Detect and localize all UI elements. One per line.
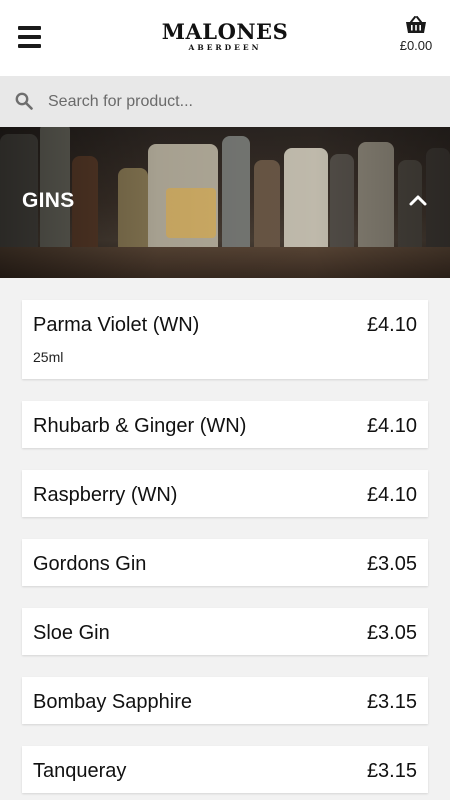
product-card-raspberry[interactable]: Raspberry (WN) £4.10 — [22, 470, 428, 517]
product-card-tanqueray[interactable]: Tanqueray £3.15 — [22, 746, 428, 793]
product-card-sloe-gin[interactable]: Sloe Gin £3.05 — [22, 608, 428, 655]
product-card-rhubarb-ginger[interactable]: Rhubarb & Ginger (WN) £4.10 — [22, 401, 428, 448]
product-list: Parma Violet (WN) £4.10 25ml Rhubarb & G… — [22, 300, 428, 800]
product-price: £4.10 — [366, 484, 417, 506]
logo-main-text: MALONES — [161, 19, 289, 44]
search-bar — [0, 76, 450, 127]
product-name: Raspberry (WN) — [33, 484, 178, 506]
product-price: £3.05 — [366, 553, 417, 575]
search-input[interactable] — [48, 88, 428, 116]
product-card-bombay-sapphire[interactable]: Bombay Sapphire £3.15 — [22, 677, 428, 724]
product-price: £3.15 — [366, 760, 417, 782]
app-header: MALONES ABERDEEN £0.00 — [0, 0, 450, 76]
product-name: Rhubarb & Ginger (WN) — [33, 415, 247, 437]
product-card-parma-violet[interactable]: Parma Violet (WN) £4.10 25ml — [22, 300, 428, 379]
logo-sub-text: ABERDEEN — [188, 43, 262, 52]
basket-total: £0.00 — [399, 38, 433, 53]
basket-button[interactable]: £0.00 — [396, 16, 436, 53]
product-size: 25ml — [33, 349, 64, 365]
search-icon — [15, 92, 33, 110]
product-name: Gordons Gin — [33, 553, 147, 575]
product-price: £3.05 — [366, 622, 417, 644]
product-name: Bombay Sapphire — [33, 691, 192, 713]
product-price: £3.15 — [366, 691, 417, 713]
hamburger-menu-icon[interactable] — [18, 26, 42, 48]
chevron-up-icon[interactable] — [408, 193, 428, 207]
brand-logo[interactable]: MALONES ABERDEEN — [160, 19, 290, 53]
product-name: Sloe Gin — [33, 622, 110, 644]
category-banner[interactable]: GINS — [0, 127, 450, 278]
product-name: Tanqueray — [33, 760, 127, 782]
product-card-gordons-gin[interactable]: Gordons Gin £3.05 — [22, 539, 428, 586]
product-price: £4.10 — [366, 314, 417, 336]
product-price: £4.10 — [366, 415, 417, 437]
category-title: GINS — [22, 189, 75, 212]
product-name: Parma Violet (WN) — [33, 314, 200, 336]
basket-icon — [406, 16, 426, 33]
